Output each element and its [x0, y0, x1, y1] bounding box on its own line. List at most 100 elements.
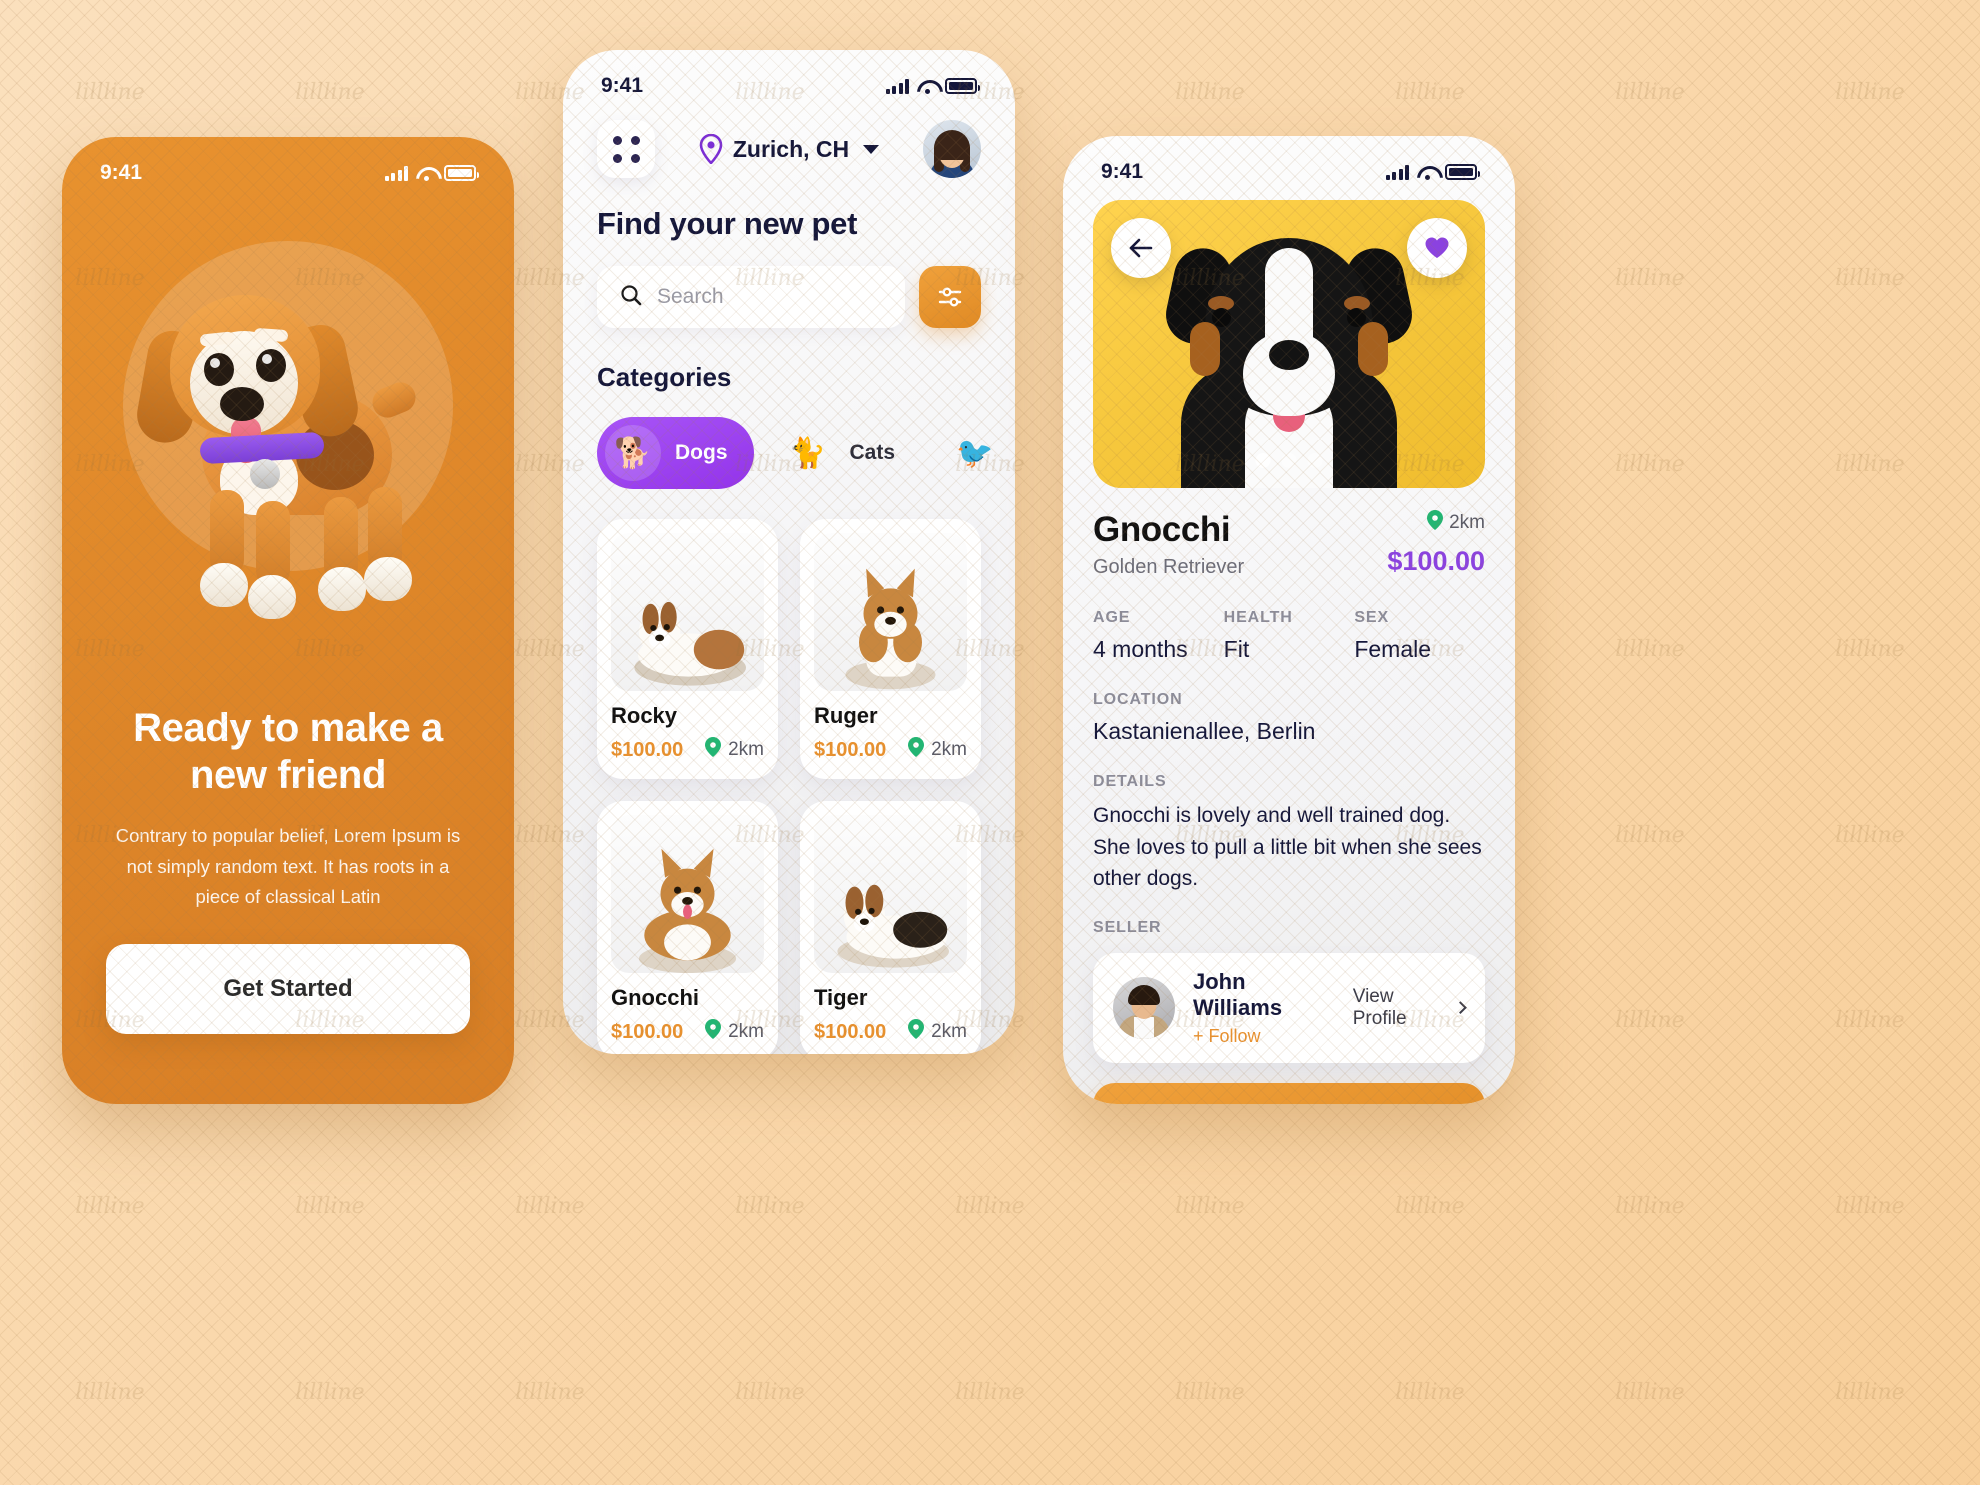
attribute-label: HEALTH	[1223, 609, 1293, 626]
seller-label: SELLER	[1093, 918, 1162, 936]
location-selector[interactable]: Zurich, CH	[699, 134, 880, 164]
pet-photo	[814, 815, 967, 973]
pet-photo	[611, 533, 764, 691]
location-label: LOCATION	[1093, 691, 1183, 708]
detail-content: 9:41 Gnocchi Golden Retriever 2km $100.0…	[1063, 136, 1515, 1104]
status-time: 9:41	[100, 161, 143, 184]
pet-card-grid: Rocky $100.00 2km Ruger $100.00 2km Gnoc…	[597, 519, 981, 1054]
pet-name: Ruger	[814, 703, 878, 728]
filter-sliders-icon[interactable]	[919, 266, 981, 328]
location-pin-icon	[908, 737, 925, 763]
dog-paw	[248, 575, 296, 619]
pet-meta: $100.00 2km	[611, 737, 764, 763]
pet-name: Gnocchi	[1093, 510, 1231, 549]
pet-price-block: 2km $100.00	[1387, 510, 1485, 577]
search-input[interactable]	[657, 285, 883, 309]
dog-3d-illustration	[128, 275, 448, 675]
location-pin-icon	[705, 1019, 722, 1045]
signal-bars-icon	[885, 78, 909, 94]
categories-heading: Categories	[597, 362, 732, 392]
pet-distance-label: 2km	[1449, 512, 1485, 533]
pet-photo-gallery[interactable]	[1093, 200, 1485, 488]
location-label: Zurich, CH	[732, 135, 850, 162]
dog-eye	[1212, 308, 1231, 327]
hero-illustration	[62, 185, 514, 705]
avatar-shirt	[1134, 1016, 1154, 1039]
pet-name: Rocky	[611, 703, 678, 728]
dog-eye	[1347, 308, 1366, 327]
view-profile-label: View Profile	[1352, 985, 1407, 1029]
attribute-sex: SEX Female	[1354, 609, 1485, 663]
gallery-dot[interactable]	[1307, 453, 1323, 468]
wifi-icon	[416, 166, 436, 181]
details-section: DETAILS Gnocchi is lovely and well train…	[1093, 773, 1485, 895]
pet-price: $100.00	[814, 1020, 887, 1043]
location-section: LOCATION Kastanienallee, Berlin	[1093, 691, 1485, 745]
attribute-age: AGE 4 months	[1093, 609, 1224, 663]
pet-distance-label: 2km	[728, 739, 764, 760]
follow-button[interactable]: + Follow	[1193, 1026, 1335, 1047]
pet-breed: Golden Retriever	[1093, 556, 1245, 578]
category-label: Cats	[849, 441, 896, 464]
search-box[interactable]	[597, 266, 905, 328]
pet-photo	[814, 533, 967, 691]
attribute-value: Fit	[1223, 636, 1250, 662]
page-title: Find your new pet	[597, 206, 858, 241]
avatar-hair	[934, 130, 970, 160]
dog-eye	[256, 349, 286, 382]
chevron-right-icon	[1454, 1001, 1467, 1014]
back-button[interactable]	[1111, 218, 1171, 278]
pet-card[interactable]: Tiger $100.00 2km	[800, 801, 981, 1054]
pet-meta: $100.00 2km	[814, 1019, 967, 1045]
dog-cheek	[1190, 322, 1220, 376]
pet-card[interactable]: Ruger $100.00 2km	[800, 519, 981, 779]
status-icons	[1385, 164, 1480, 180]
seller-avatar	[1113, 976, 1175, 1039]
page-title: Ready to make a new friend	[102, 705, 474, 799]
gallery-pagination-dots[interactable]	[1255, 453, 1323, 468]
category-list: 🐕 Dogs 🐈 Cats 🐦 Birds	[597, 417, 994, 489]
category-dogs[interactable]: 🐕 Dogs	[597, 417, 754, 489]
pet-name: Tiger	[814, 985, 868, 1010]
battery-icon	[945, 78, 980, 94]
status-time: 9:41	[601, 74, 644, 97]
signal-bars-icon	[1385, 164, 1409, 180]
category-cats[interactable]: 🐈 Cats	[772, 417, 922, 489]
attribute-health: HEALTH Fit	[1224, 609, 1355, 663]
pet-distance: 2km	[705, 1019, 764, 1045]
page-title-line2: new friend	[189, 753, 387, 798]
make-offer-button[interactable]: Make offer	[1093, 1082, 1485, 1104]
location-pin-icon	[1427, 510, 1444, 536]
pet-card[interactable]: Gnocchi $100.00 2km	[597, 801, 778, 1054]
get-started-button[interactable]: Get Started	[106, 944, 470, 1034]
pet-distance-label: 2km	[931, 739, 967, 760]
location-pin-icon	[908, 1019, 925, 1045]
favorite-button[interactable]	[1407, 218, 1467, 278]
location-pin-icon	[699, 134, 723, 164]
browse-header: Zurich, CH	[597, 120, 981, 178]
grid-menu-icon[interactable]	[597, 120, 655, 178]
view-profile-button[interactable]: View Profile	[1352, 985, 1467, 1030]
gallery-dot[interactable]	[1281, 453, 1297, 468]
status-bar: 9:41	[62, 137, 514, 185]
status-icons	[384, 165, 479, 181]
pet-distance: 2km	[1387, 510, 1485, 536]
user-avatar[interactable]	[923, 120, 981, 178]
location-value: Kastanienallee, Berlin	[1093, 718, 1316, 744]
page-description: Contrary to popular belief, Lorem Ipsum …	[115, 825, 461, 908]
seller-card[interactable]: John Williams + Follow View Profile	[1093, 952, 1485, 1063]
pet-distance: 2km	[908, 737, 967, 763]
category-label: Dogs	[675, 441, 728, 464]
status-bar: 9:41	[1093, 136, 1485, 184]
pet-price: $100.00	[1387, 546, 1485, 576]
wifi-icon	[1417, 165, 1437, 180]
location-pin-icon	[705, 737, 722, 763]
dog-paw	[200, 563, 248, 607]
chevron-down-icon[interactable]	[863, 144, 880, 154]
pet-card[interactable]: Rocky $100.00 2km	[597, 519, 778, 779]
gallery-dot[interactable]	[1255, 453, 1271, 468]
onboarding-copy: Ready to make a new friend Contrary to p…	[62, 705, 514, 966]
dog-eye	[204, 353, 234, 386]
category-birds[interactable]: 🐦 Birds	[939, 417, 1015, 489]
details-label: DETAILS	[1093, 773, 1167, 790]
